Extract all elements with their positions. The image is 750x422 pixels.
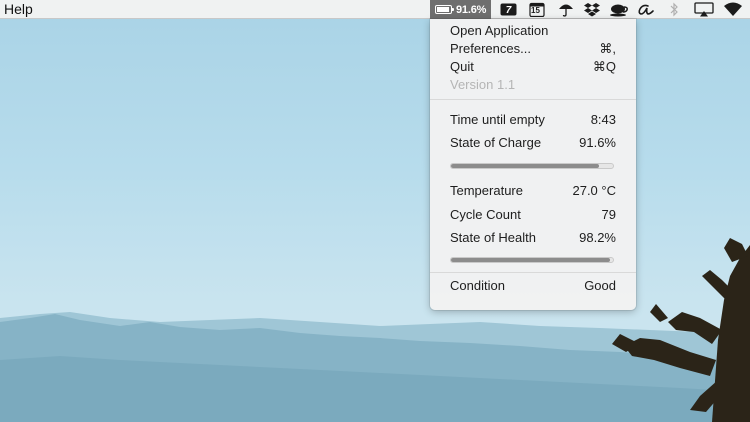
menu-item-shortcut: ⌘, [599, 41, 616, 56]
script-a-icon[interactable] [636, 2, 656, 17]
version-label: Version 1.1 [450, 77, 516, 92]
menu-item-label: Open Application [450, 23, 549, 38]
menu-item-label: Quit [450, 59, 474, 74]
state-of-health-bar-fill [451, 258, 611, 262]
menu-item-version: Version 1.1 [450, 76, 616, 94]
menu-item-label: Preferences... [450, 41, 531, 56]
menu-item-shortcut: ⌘Q [592, 59, 616, 74]
state-of-charge-bar-fill [451, 164, 600, 168]
battery-icon [435, 5, 454, 14]
temperature-value: 27.0 °C [572, 183, 616, 198]
menu-item-preferences[interactable]: Preferences... ⌘, [450, 40, 616, 58]
desktop-wallpaper [0, 0, 750, 422]
battery-status-item[interactable]: 91.6% [430, 0, 491, 19]
time-until-empty-row: Time until empty 8:43 [450, 111, 616, 129]
temperature-row: Temperature 27.0 °C [450, 182, 616, 200]
bluetooth-icon[interactable] [666, 2, 682, 17]
state-of-charge-row: State of Charge 91.6% [450, 134, 616, 152]
cycle-count-row: Cycle Count 79 [450, 206, 616, 224]
state-of-charge-bar [450, 163, 614, 169]
cycle-count-value: 79 [601, 207, 616, 222]
svg-text:7: 7 [505, 5, 511, 16]
wallpaper-landscape [0, 238, 750, 422]
battery-dropdown-menu: Open Application Preferences... ⌘, Quit … [430, 19, 636, 310]
state-of-charge-value: 91.6% [579, 135, 616, 150]
menu-separator [430, 272, 636, 273]
condition-row: Condition Good [450, 277, 616, 295]
calendar-icon[interactable]: 15 [527, 2, 547, 17]
menu-separator [430, 99, 636, 100]
menu-item-quit[interactable]: Quit ⌘Q [450, 58, 616, 76]
battery-percent: 91.6% [456, 3, 487, 16]
menu-bar: Help 91.6% 7 15 [0, 0, 750, 19]
menu-help[interactable]: Help [4, 1, 33, 17]
time-until-empty-value: 8:43 [590, 112, 616, 127]
condition-value: Good [584, 278, 616, 293]
state-of-health-bar [450, 257, 614, 263]
menu-item-open-application[interactable]: Open Application [450, 22, 616, 40]
state-of-charge-label: State of Charge [450, 135, 542, 150]
temperature-label: Temperature [450, 183, 523, 198]
dropbox-icon[interactable] [582, 2, 602, 17]
state-of-health-row: State of Health 98.2% [450, 229, 616, 247]
state-of-health-label: State of Health [450, 230, 536, 245]
battery-fill [437, 7, 449, 12]
calendar-day: 15 [531, 6, 540, 15]
state-of-health-value: 98.2% [579, 230, 616, 245]
wifi-icon[interactable] [722, 2, 744, 17]
coffee-cup-icon[interactable] [609, 2, 629, 17]
umbrella-icon[interactable] [556, 2, 576, 17]
cycle-count-label: Cycle Count [450, 207, 521, 222]
condition-label: Condition [450, 278, 505, 293]
time-until-empty-label: Time until empty [450, 112, 545, 127]
airplay-icon[interactable] [693, 2, 715, 17]
textexpander-icon[interactable]: 7 [498, 2, 518, 17]
